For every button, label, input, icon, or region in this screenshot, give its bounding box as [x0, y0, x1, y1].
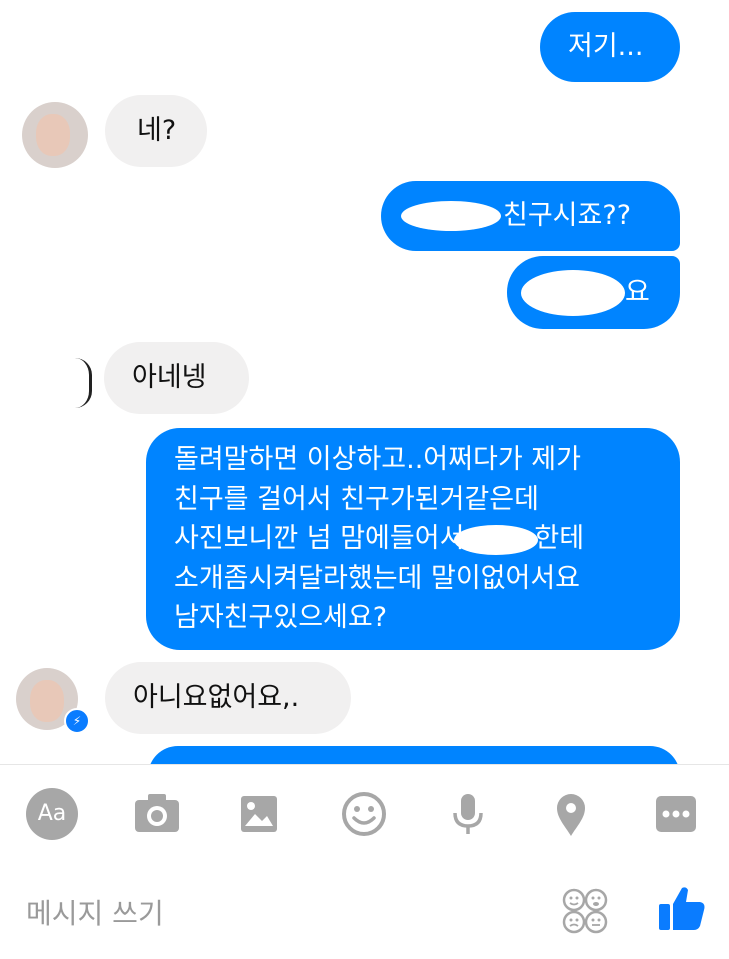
emoji-icon[interactable] [338, 788, 390, 840]
message-text: 아니요없어요,. [133, 682, 300, 713]
redaction-mark [454, 524, 539, 555]
incoming-message[interactable]: 네? [105, 95, 207, 167]
avatar-face [30, 680, 64, 722]
reactions-icon[interactable] [562, 888, 608, 934]
message-input[interactable]: 메시지 쓰기 [26, 892, 164, 932]
message-line: 남자친구있으세요? [174, 602, 388, 633]
camera-icon[interactable] [131, 788, 183, 840]
outgoing-message[interactable]: 요 [507, 256, 680, 329]
gallery-icon[interactable] [233, 788, 285, 840]
outgoing-message[interactable] [148, 746, 680, 765]
aa-icon[interactable]: Aa [26, 788, 78, 840]
message-thread[interactable]: 저기... 네? 친구시죠?? 요 아네넹 돌려말하면 이상하고..어쩌다가 제… [0, 0, 729, 765]
microphone-icon[interactable] [442, 788, 494, 840]
outgoing-message[interactable]: 저기... [540, 12, 680, 82]
message-text: 사진보니깐 넘 맘에들어서 [174, 523, 465, 554]
avatar-face [36, 114, 70, 156]
message-line: 소개좀시켜달라했는데 말이없어서요 [174, 562, 581, 594]
incoming-message[interactable]: 아니요없어요,. [105, 662, 351, 734]
location-icon[interactable] [545, 788, 597, 840]
more-icon[interactable] [650, 788, 702, 840]
contact-avatar[interactable] [75, 358, 92, 408]
message-text: 친구시죠?? [503, 200, 632, 231]
composer-divider [0, 764, 729, 765]
messenger-badge-icon: ⚡ [64, 708, 90, 734]
contact-avatar[interactable] [22, 102, 88, 168]
outgoing-message[interactable]: 돌려말하면 이상하고..어쩌다가 제가 친구를 걸어서 친구가된거같은데 사진보… [146, 428, 680, 650]
message-line: 돌려말하면 이상하고..어쩌다가 제가 [174, 444, 581, 475]
message-line: 친구를 걸어서 친구가된거같은데 [174, 483, 539, 515]
incoming-message[interactable]: 아네넹 [104, 342, 249, 414]
message-text: 요 [625, 277, 650, 308]
aa-label: Aa [26, 788, 78, 840]
message-text: 한테 [534, 523, 585, 554]
redaction-mark [401, 201, 501, 231]
message-text: 아네넹 [132, 362, 207, 393]
redaction-mark [521, 270, 625, 316]
message-text: 저기... [568, 31, 644, 62]
thumbs-up-icon[interactable] [654, 882, 708, 936]
message-line: 사진보니깐 넘 맘에들어서 한테 [174, 519, 680, 559]
outgoing-message[interactable]: 친구시죠?? [381, 181, 680, 251]
message-text: 네? [137, 115, 177, 146]
